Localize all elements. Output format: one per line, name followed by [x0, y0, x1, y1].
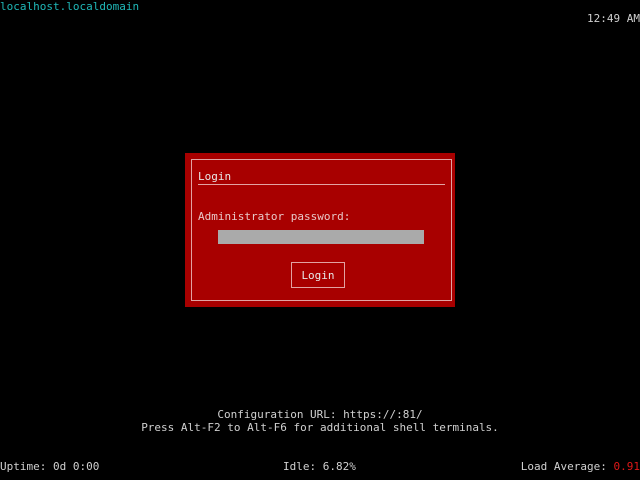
uptime-status: Uptime: 0d 0:00 — [0, 460, 100, 473]
dialog-frame: Login Administrator password: Login — [191, 159, 452, 301]
dialog-title: Login — [198, 170, 232, 183]
password-input[interactable] — [218, 230, 424, 244]
dialog-divider — [198, 184, 445, 185]
password-label: Administrator password: — [198, 210, 351, 223]
login-button[interactable]: Login — [291, 262, 345, 288]
load-average-status: Load Average: 0.91 — [521, 460, 640, 473]
shell-terminals-hint: Press Alt-F2 to Alt-F6 for additional sh… — [141, 421, 499, 434]
load-average-value: 0.91 — [613, 460, 640, 473]
load-average-label: Load Average: — [520, 460, 614, 473]
hostname-label: localhost.localdomain — [0, 0, 140, 13]
login-dialog: Login Administrator password: Login — [185, 153, 455, 307]
configuration-url: Configuration URL: https://:81/ — [217, 408, 423, 421]
clock: 12:49 AM — [587, 12, 640, 25]
idle-status: Idle: 6.82% — [283, 460, 356, 473]
